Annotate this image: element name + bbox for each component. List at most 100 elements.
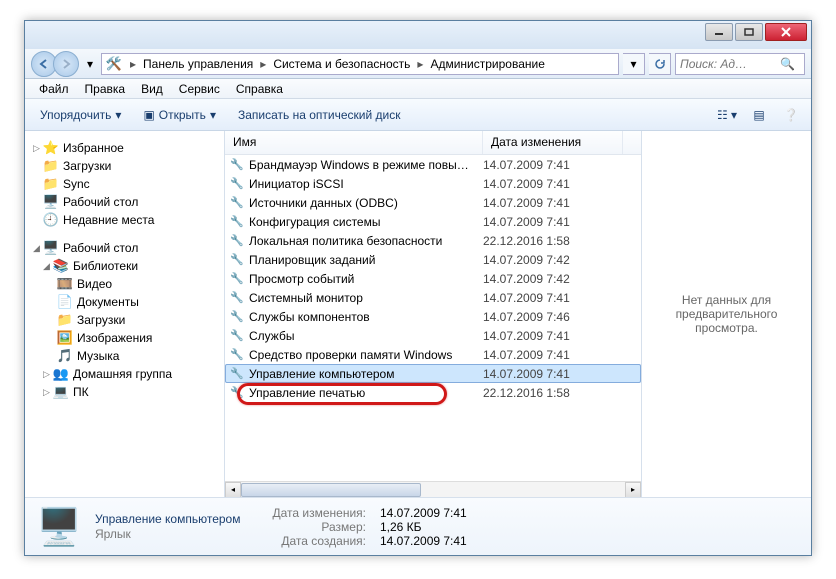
- file-name: Планировщик заданий: [249, 253, 483, 267]
- help-button[interactable]: ❔: [777, 103, 805, 127]
- search-icon: 🔍: [780, 57, 795, 71]
- details-created-label: Дата создания:: [272, 534, 366, 548]
- sidebar-item-label: Избранное: [63, 141, 124, 155]
- computer-icon: 💻: [53, 384, 69, 400]
- file-row[interactable]: 🔧Источники данных (ODBC)14.07.2009 7:41: [225, 193, 641, 212]
- details-size: 1,26 КБ: [380, 520, 467, 534]
- file-row[interactable]: 🔧Инициатор iSCSI14.07.2009 7:41: [225, 174, 641, 193]
- column-date[interactable]: Дата изменения: [483, 131, 623, 154]
- refresh-button[interactable]: [649, 53, 671, 75]
- file-row[interactable]: 🔧Средство проверки памяти Windows14.07.2…: [225, 345, 641, 364]
- search-input[interactable]: [680, 57, 780, 71]
- breadcrumb-item[interactable]: Система и безопасность: [270, 56, 413, 72]
- sidebar-item-music[interactable]: 🎵Музыка: [25, 347, 224, 365]
- sidebar-favorites[interactable]: ▷⭐Избранное: [25, 139, 224, 157]
- sidebar-item-video[interactable]: 🎞️Видео: [25, 275, 224, 293]
- sidebar-desktop-group[interactable]: ◢🖥️Рабочий стол: [25, 239, 224, 257]
- shortcut-icon: 🔧: [229, 328, 245, 344]
- file-name: Источники данных (ODBC): [249, 196, 483, 210]
- menu-help[interactable]: Справка: [228, 80, 291, 98]
- menu-file[interactable]: Файл: [31, 80, 77, 98]
- sidebar-item-downloads[interactable]: 📁Загрузки: [25, 311, 224, 329]
- sidebar-item-downloads[interactable]: 📁Загрузки: [25, 157, 224, 175]
- sidebar: ▷⭐Избранное 📁Загрузки 📁Sync 🖥️Рабочий ст…: [25, 131, 225, 497]
- shortcut-icon: 🔧: [229, 309, 245, 325]
- sidebar-item-pc[interactable]: ▷💻ПК: [25, 383, 224, 401]
- nav-history-dropdown[interactable]: ▾: [83, 54, 97, 74]
- shortcut-icon: 🔧: [229, 290, 245, 306]
- sidebar-item-libraries[interactable]: ◢📚Библиотеки: [25, 257, 224, 275]
- menu-view[interactable]: Вид: [133, 80, 171, 98]
- sidebar-item-sync[interactable]: 📁Sync: [25, 175, 224, 193]
- file-date: 14.07.2009 7:41: [483, 177, 623, 191]
- address-bar: ▾ 🛠️ ▸ Панель управления ▸ Система и без…: [25, 49, 811, 79]
- breadcrumb-item[interactable]: Администрирование: [427, 56, 547, 72]
- file-date: 14.07.2009 7:41: [483, 291, 623, 305]
- shortcut-icon: 🔧: [229, 385, 245, 401]
- preview-text: Нет данных для предварительного просмотр…: [652, 293, 801, 335]
- view-button[interactable]: ☷ ▾: [713, 103, 741, 127]
- file-date: 14.07.2009 7:41: [483, 196, 623, 210]
- chevron-right-icon[interactable]: ▸: [128, 57, 138, 71]
- shortcut-icon: 🔧: [229, 366, 245, 382]
- shortcut-icon: 🔧: [229, 233, 245, 249]
- scroll-left-button[interactable]: ◂: [225, 482, 241, 498]
- music-icon: 🎵: [57, 348, 73, 364]
- horizontal-scrollbar[interactable]: ◂ ▸: [225, 481, 641, 497]
- sidebar-item-recent[interactable]: 🕘Недавние места: [25, 211, 224, 229]
- address-dropdown-button[interactable]: ▾: [623, 53, 645, 75]
- shortcut-icon: 🔧: [229, 271, 245, 287]
- file-row[interactable]: 🔧Службы компонентов14.07.2009 7:46: [225, 307, 641, 326]
- file-row[interactable]: 🔧Брандмауэр Windows в режиме повы…14.07.…: [225, 155, 641, 174]
- chevron-right-icon[interactable]: ▸: [415, 57, 425, 71]
- file-date: 14.07.2009 7:42: [483, 272, 623, 286]
- scroll-track[interactable]: [241, 482, 625, 498]
- preview-pane-button[interactable]: ▤: [745, 103, 773, 127]
- scroll-thumb[interactable]: [241, 483, 421, 497]
- expand-icon: ▷: [33, 143, 43, 154]
- toolbar: Упорядочить ▾ ▣Открыть ▾ Записать на опт…: [25, 99, 811, 131]
- search-box[interactable]: 🔍: [675, 53, 805, 75]
- nav-forward-button[interactable]: [53, 51, 79, 77]
- sidebar-item-label: Изображения: [77, 331, 152, 345]
- maximize-button[interactable]: [735, 23, 763, 41]
- file-name: Управление компьютером: [249, 367, 483, 381]
- menu-edit[interactable]: Правка: [77, 80, 134, 98]
- details-title: Управление компьютером: [95, 512, 240, 526]
- breadcrumb[interactable]: 🛠️ ▸ Панель управления ▸ Система и безоп…: [101, 53, 619, 75]
- organize-button[interactable]: Упорядочить ▾: [31, 103, 130, 127]
- chevron-right-icon[interactable]: ▸: [258, 57, 268, 71]
- sidebar-item-label: ПК: [73, 385, 89, 399]
- file-date: 14.07.2009 7:41: [483, 329, 623, 343]
- sidebar-item-label: Библиотеки: [73, 259, 138, 273]
- sidebar-item-desktop[interactable]: 🖥️Рабочий стол: [25, 193, 224, 211]
- file-row[interactable]: 🔧Просмотр событий14.07.2009 7:42: [225, 269, 641, 288]
- sidebar-item-documents[interactable]: 📄Документы: [25, 293, 224, 311]
- sidebar-item-pictures[interactable]: 🖼️Изображения: [25, 329, 224, 347]
- column-name[interactable]: Имя: [225, 131, 483, 154]
- sidebar-item-label: Sync: [63, 177, 90, 191]
- file-row[interactable]: 🔧 Управление компьютером14.07.2009 7:41: [225, 364, 641, 383]
- shortcut-icon: 🔧: [229, 347, 245, 363]
- file-row[interactable]: 🔧Планировщик заданий14.07.2009 7:42: [225, 250, 641, 269]
- open-button[interactable]: ▣Открыть ▾: [134, 103, 225, 127]
- file-row[interactable]: 🔧Системный монитор14.07.2009 7:41: [225, 288, 641, 307]
- file-row[interactable]: 🔧Управление печатью22.12.2016 1:58: [225, 383, 641, 402]
- scroll-right-button[interactable]: ▸: [625, 482, 641, 498]
- close-button[interactable]: [765, 23, 807, 41]
- file-row[interactable]: 🔧Конфигурация системы14.07.2009 7:41: [225, 212, 641, 231]
- preview-pane: Нет данных для предварительного просмотр…: [641, 131, 811, 497]
- recent-icon: 🕘: [43, 212, 59, 228]
- file-list: Имя Дата изменения 🔧Брандмауэр Windows в…: [225, 131, 641, 497]
- file-name: Управление печатью: [249, 386, 483, 400]
- sidebar-item-homegroup[interactable]: ▷👥Домашняя группа: [25, 365, 224, 383]
- minimize-button[interactable]: [705, 23, 733, 41]
- burn-button[interactable]: Записать на оптический диск: [229, 103, 410, 127]
- file-name: Брандмауэр Windows в режиме повы…: [249, 158, 483, 172]
- menu-tools[interactable]: Сервис: [171, 80, 228, 98]
- breadcrumb-item[interactable]: Панель управления: [140, 56, 256, 72]
- file-date: 14.07.2009 7:41: [483, 367, 623, 381]
- file-row[interactable]: 🔧Службы14.07.2009 7:41: [225, 326, 641, 345]
- column-headers: Имя Дата изменения: [225, 131, 641, 155]
- file-row[interactable]: 🔧Локальная политика безопасности22.12.20…: [225, 231, 641, 250]
